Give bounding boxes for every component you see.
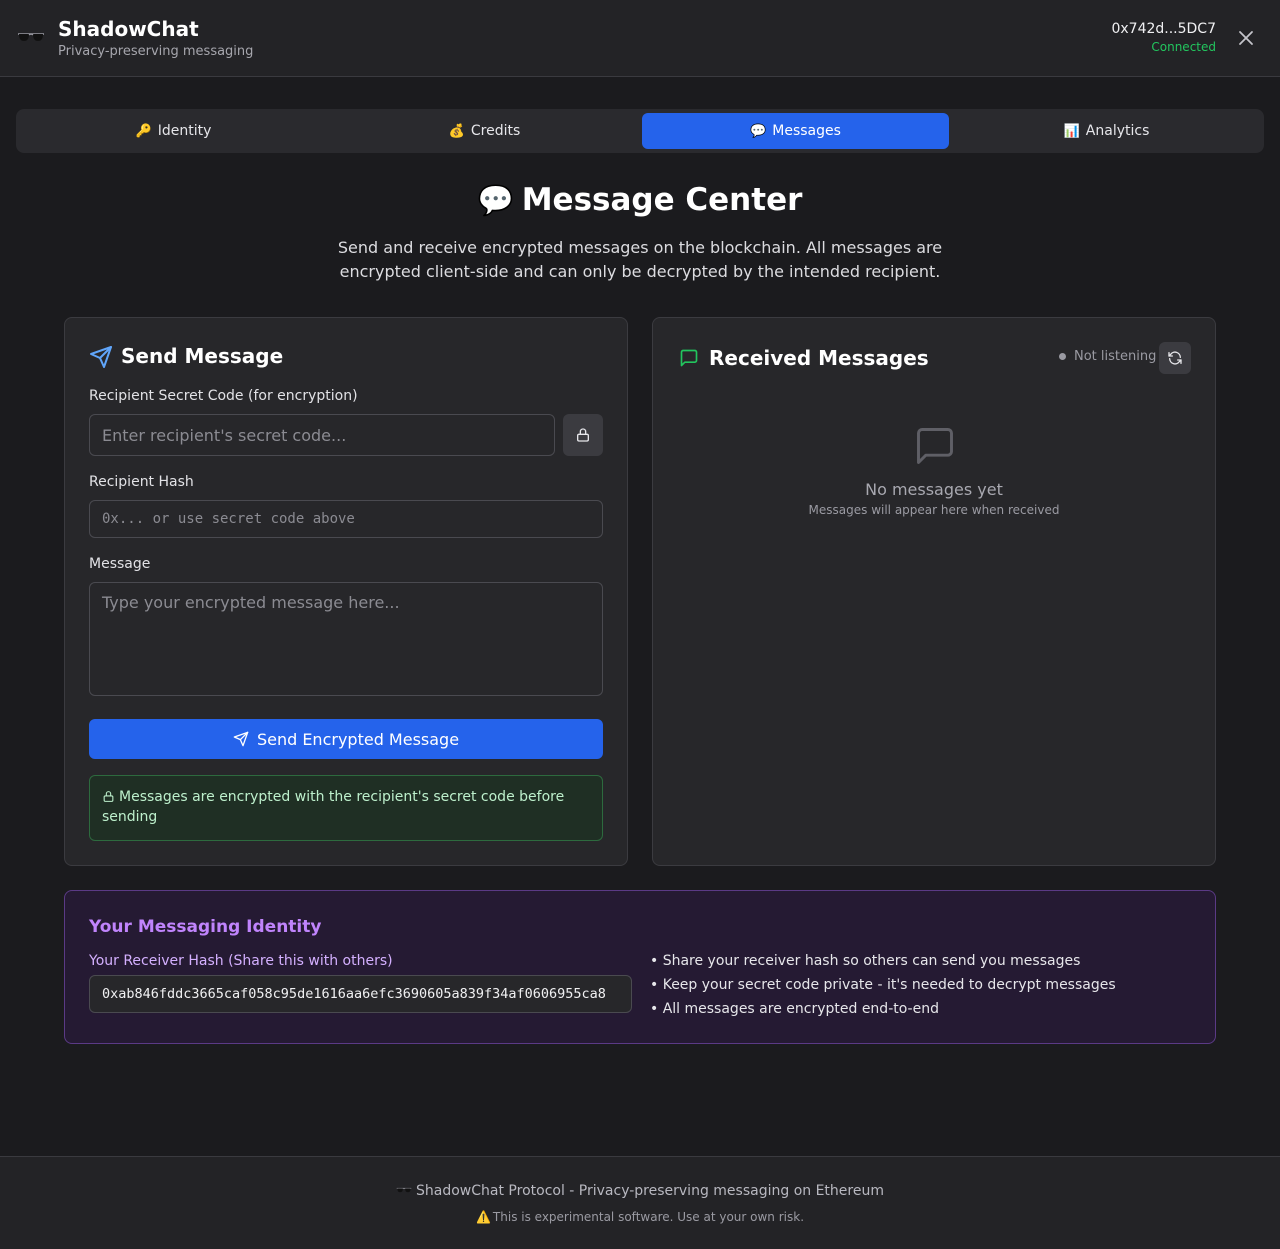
speech-bubble-icon: 💬 [477,183,514,217]
receiver-hash-field[interactable]: 0xab846fddc3665caf058c95de1616aa6efc3690… [89,975,632,1013]
empty-state-title: No messages yet [865,480,1003,499]
app-footer: ShadowChat Protocol - Privacy-preserving… [0,1156,1280,1249]
tip-item: • Share your receiver hash so others can… [650,953,1081,969]
page-description: Send and receive encrypted messages on t… [337,238,943,281]
tab-label: Identity [157,123,212,139]
encryption-notice: Messages are encrypted with the recipien… [89,775,603,841]
key-icon: 🔑 [135,123,152,139]
empty-messages-icon [917,428,953,464]
empty-state-subtitle: Messages will appear here when received [808,503,1060,517]
main-tabs: 🔑 Identity 💰 Credits 💬 Messages 📊 Analyt… [16,109,1264,153]
message-square-icon [680,349,698,367]
footer-warning-line: ⚠️ This is experimental software. Use at … [0,1210,1280,1224]
refresh-button[interactable] [1159,342,1191,374]
wallet-address: 0x742d...5DC7 [1111,21,1216,37]
send-encrypted-button[interactable]: Send Encrypted Message [89,719,603,759]
tab-label: Analytics [1085,123,1150,139]
disconnect-close-icon[interactable] [1235,27,1257,49]
lock-icon [103,791,114,802]
listening-status: Not listening [1059,349,1156,364]
speech-bubble-icon: 💬 [750,123,767,139]
tip-item: • All messages are encrypted end-to-end [650,1001,939,1017]
identity-title: Your Messaging Identity [89,917,322,937]
app-tagline: Privacy-preserving messaging [58,44,254,59]
app-header: ShadowChat Privacy-preserving messaging … [0,0,1280,77]
listening-status-text: Not listening [1074,349,1157,364]
page-title: 💬 Message Center [0,182,1280,218]
encrypt-lock-button[interactable] [563,414,603,456]
warning-icon: ⚠️ [475,1210,491,1224]
tab-label: Messages [772,123,841,139]
received-heading: Received Messages [709,346,929,370]
app-title: ShadowChat [58,17,199,41]
tab-credits[interactable]: 💰 Credits [331,113,638,149]
send-heading: Send Message [121,344,284,368]
refresh-icon [1168,351,1182,365]
footer-warning-text: This is experimental software. Use at yo… [492,1210,805,1224]
identity-tips: • Share your receiver hash so others can… [650,949,1116,1021]
status-dot [1059,353,1066,360]
tab-label: Credits [470,123,521,139]
send-icon [90,346,112,368]
recipient-hash-input[interactable]: 0x... or use secret code above [89,500,603,538]
secret-code-input[interactable]: Enter recipient's secret code... [89,414,555,456]
send-message-card: Send Message Recipient Secret Code (for … [64,317,628,866]
tip-item: • Keep your secret code private - it's n… [650,977,1116,993]
sunglasses-icon [18,33,44,41]
footer-protocol-text: ShadowChat Protocol - Privacy-preserving… [416,1183,884,1199]
bar-chart-icon: 📊 [1063,123,1080,139]
encryption-notice-text: Messages are encrypted with the recipien… [102,789,565,825]
send-icon [233,731,249,747]
sunglasses-icon [396,1187,412,1193]
message-label: Message [89,556,151,572]
receiver-hash-label: Your Receiver Hash (Share this with othe… [89,953,393,969]
lock-icon [577,428,589,442]
page-title-text: Message Center [521,182,803,218]
money-bag-icon: 💰 [448,123,465,139]
wallet-status: Connected [1151,40,1216,54]
received-messages-card: Received Messages Not listening No messa… [652,317,1216,866]
message-textarea[interactable]: Type your encrypted message here... [89,582,603,696]
footer-protocol-line: ShadowChat Protocol - Privacy-preserving… [0,1183,1280,1199]
messaging-identity-panel: Your Messaging Identity Your Receiver Ha… [64,890,1216,1044]
tab-identity[interactable]: 🔑 Identity [20,113,327,149]
recipient-hash-label: Recipient Hash [89,474,194,490]
send-button-label: Send Encrypted Message [256,729,460,749]
tab-messages[interactable]: 💬 Messages [642,113,949,149]
tab-analytics[interactable]: 📊 Analytics [953,113,1260,149]
secret-code-label: Recipient Secret Code (for encryption) [89,388,358,404]
